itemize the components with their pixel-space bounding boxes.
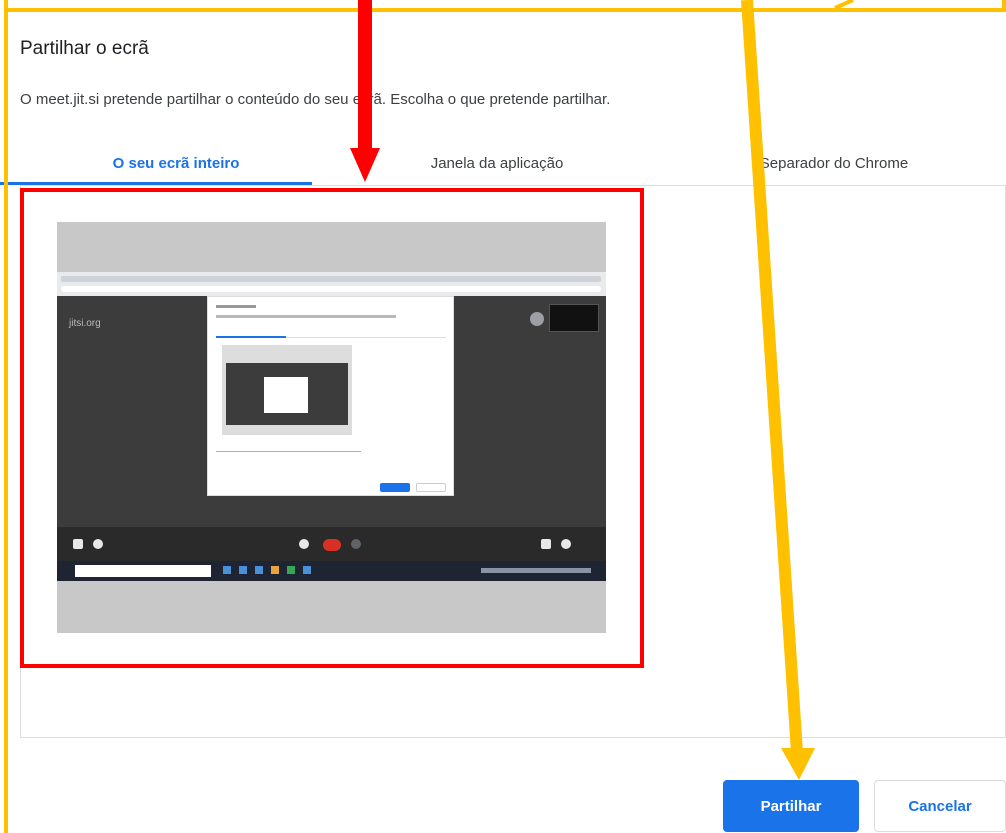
dialog-description: O meet.jit.si pretende partilhar o conte… [20, 91, 611, 108]
thumbnail-taskbar-icon [271, 566, 279, 574]
nested-share-button [380, 483, 410, 492]
thumbnail-nested-dialog [207, 296, 454, 496]
thumbnail-system-tray [481, 568, 591, 573]
thumbnail-self-view [549, 304, 599, 332]
thumbnail-meeting-controls [57, 527, 606, 561]
thumbnail-more-icon [561, 539, 571, 549]
thumbnail-taskbar [57, 561, 606, 581]
annotation-frame-left [4, 0, 8, 833]
nested-dialog-thumbnail [222, 345, 352, 435]
cancel-button[interactable]: Cancelar [874, 780, 1006, 832]
share-screen-dialog: Partilhar o ecrã O meet.jit.si pretende … [0, 0, 1006, 833]
thumbnail-hand-icon [93, 539, 103, 549]
thumbnail-taskbar-search [75, 565, 211, 577]
thumbnail-hangup-icon [323, 539, 341, 551]
thumbnail-taskbar-icon [303, 566, 311, 574]
thumbnail-taskbar-icon [239, 566, 247, 574]
tab-application-window[interactable]: Janela da aplicação [332, 140, 662, 186]
screen-thumbnail[interactable]: jitsi.org [57, 222, 606, 633]
nested-dialog-active-tab [216, 336, 286, 338]
nested-dialog-title [216, 305, 256, 308]
thumbnail-chat-icon [73, 539, 83, 549]
red-arrow-down-icon [350, 0, 380, 182]
thumbnail-mic-icon [299, 539, 309, 549]
nested-dialog-description [216, 315, 396, 318]
tab-entire-screen[interactable]: O seu ecrã inteiro [20, 140, 332, 186]
thumbnail-taskbar-icon [223, 566, 231, 574]
nested-selection-line [216, 451, 361, 452]
thumbnail-browser-toolbar [57, 272, 606, 296]
thumbnail-avatar [530, 312, 544, 326]
nested-thumbnail-screen [226, 363, 348, 425]
annotation-frame-right [1002, 0, 1006, 12]
thumbnail-taskbar-icon [287, 566, 295, 574]
nested-cancel-button [416, 483, 446, 492]
source-tabs: O seu ecrã inteiro Janela da aplicação S… [20, 140, 1006, 186]
share-button[interactable]: Partilhar [723, 780, 859, 832]
thumbnail-tab-strip [61, 276, 601, 282]
nested-thumbnail-dialog [264, 377, 308, 413]
annotation-frame-top [4, 8, 1006, 12]
thumbnail-address-bar [61, 286, 601, 292]
thumbnail-taskbar-icon [255, 566, 263, 574]
dialog-title: Partilhar o ecrã [20, 38, 149, 59]
thumbnail-meeting-area: jitsi.org [57, 296, 606, 561]
thumbnail-tile-icon [541, 539, 551, 549]
yellow-arrow-down-icon [741, 0, 854, 780]
jitsi-logo: jitsi.org [69, 318, 101, 329]
thumbnail-camera-icon [351, 539, 361, 549]
